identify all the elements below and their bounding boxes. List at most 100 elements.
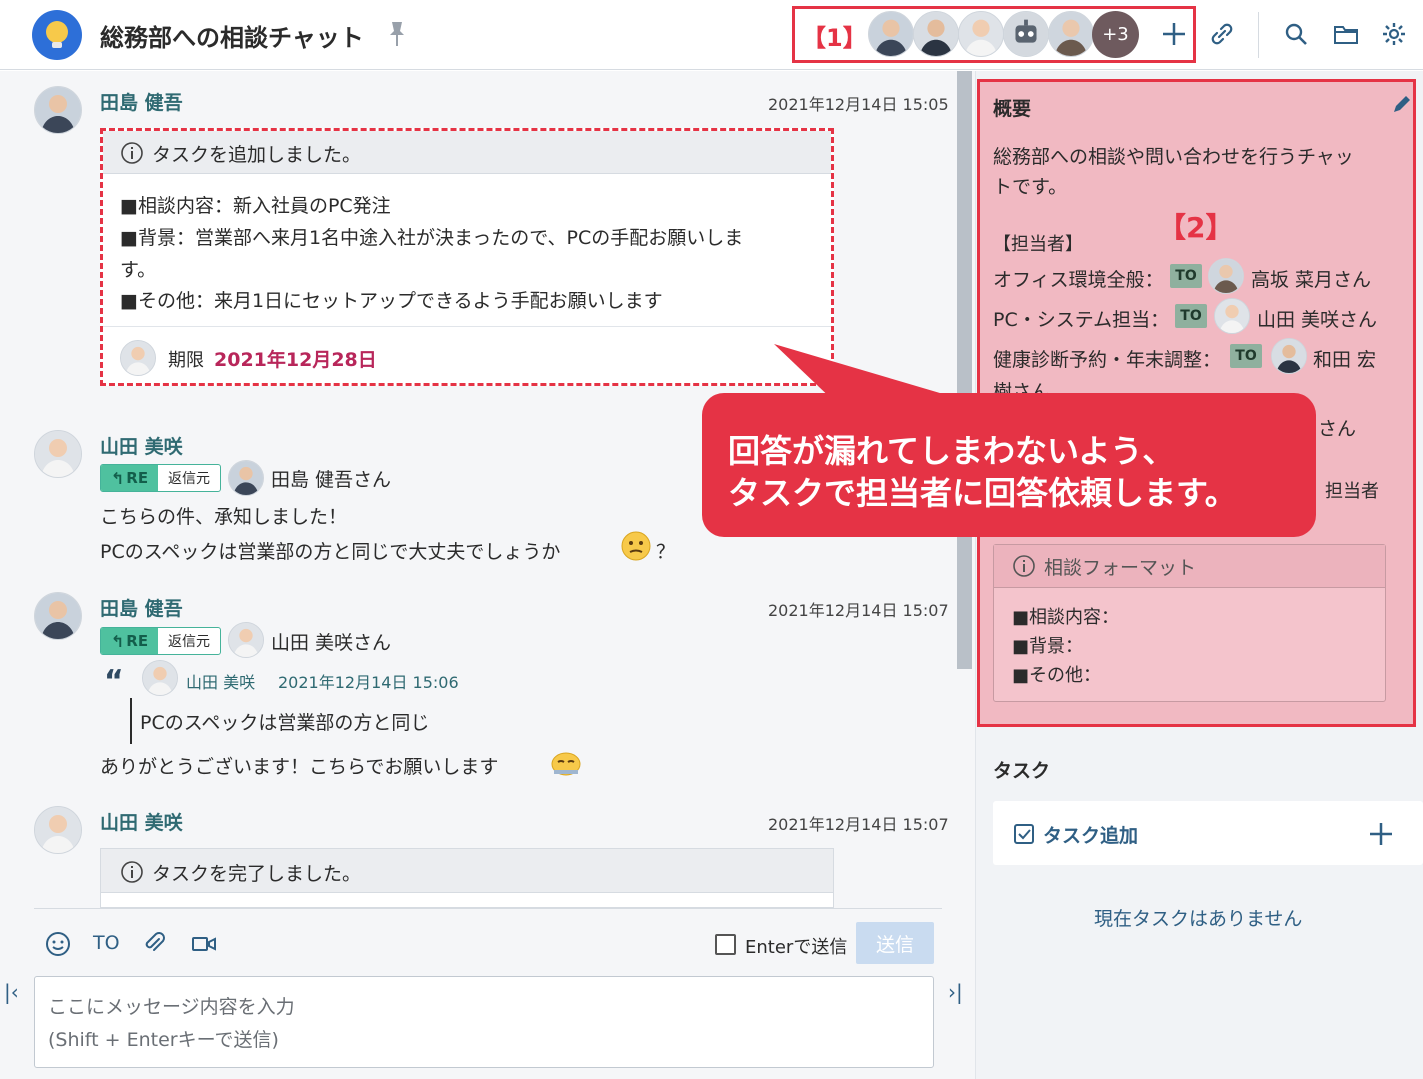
member-avatar[interactable] <box>868 11 914 57</box>
video-call-icon[interactable] <box>190 931 218 957</box>
task-card-title: タスクを追加しました。 <box>152 144 362 166</box>
task-divider <box>103 326 831 327</box>
gear-icon[interactable] <box>1380 20 1408 48</box>
staff-role: 健康診断予約・年末調整： <box>993 349 1222 371</box>
message-sender[interactable]: 山田 美咲 <box>100 432 183 459</box>
reply-re: ↰ RE <box>101 465 158 491</box>
staff-avatar[interactable] <box>1271 338 1307 374</box>
message-timestamp: 2021年12月14日 15:07 <box>768 601 949 620</box>
reply-re: ↰ RE <box>101 628 158 654</box>
more-members-badge[interactable]: +3 <box>1092 11 1139 58</box>
staff-name: 山田 美咲さん <box>1257 309 1378 331</box>
annotation-label-2: 【2】 <box>1158 211 1234 244</box>
message-sender[interactable]: 田島 健吾 <box>100 594 183 621</box>
add-task-label[interactable]: タスク追加 <box>1043 821 1138 848</box>
overview-title: 概要 <box>993 98 1032 120</box>
reply-badge[interactable]: ↰ RE 返信元 <box>100 464 221 492</box>
member-avatar[interactable] <box>913 11 959 57</box>
collapse-right-icon[interactable]: ›| <box>948 980 963 1004</box>
chat-app: 総務部への相談チャット 【1】 +3 田島 健吾 2021年12月14日 15:… <box>0 0 1423 1079</box>
reply-source: 返信元 <box>168 471 210 487</box>
info-icon <box>120 860 144 884</box>
room-icon[interactable] <box>32 10 82 60</box>
reply-to-name: 田島 健吾さん <box>271 469 392 491</box>
reply-avatar <box>228 460 264 496</box>
add-member-icon[interactable] <box>1160 20 1188 48</box>
to-badge: TO <box>1170 264 1202 288</box>
staff-avatar[interactable] <box>1208 258 1244 294</box>
to-badge: TO <box>1230 344 1262 368</box>
reply-source: 返信元 <box>168 634 210 650</box>
edit-pencil-icon[interactable] <box>1390 94 1412 116</box>
format-line: ■その他： <box>1012 665 1102 686</box>
avatar[interactable] <box>34 430 82 478</box>
header-divider <box>1258 12 1259 58</box>
quote-text: PCのスペックは営業部の方と同じ <box>140 712 430 734</box>
task-card-title: タスクを完了しました。 <box>152 863 362 885</box>
pin-icon[interactable] <box>386 20 408 48</box>
link-icon[interactable] <box>1208 20 1236 48</box>
quote-timestamp: 2021年12月14日 15:06 <box>278 673 459 692</box>
message-input[interactable] <box>34 976 934 1068</box>
tasks-title: タスク <box>993 760 1051 782</box>
enter-to-send-label[interactable]: Enterで送信 <box>745 933 847 959</box>
staff-avatar[interactable] <box>1214 298 1250 334</box>
enter-to-send-checkbox[interactable] <box>715 934 736 955</box>
overview-description: 総務部への相談や問い合わせを行うチャッ <box>993 146 1354 168</box>
tasks-empty-message: 現在タスクはありません <box>1094 908 1303 930</box>
task-line: ■その他：来月1日にセットアップできるよう手配お願いします <box>120 290 663 312</box>
quote-bar <box>130 698 132 744</box>
format-line: ■背景： <box>1012 636 1084 657</box>
message-sender[interactable]: 田島 健吾 <box>100 88 183 115</box>
staff-heading: 【担当者】 <box>993 234 1083 255</box>
message-timestamp: 2021年12月14日 15:05 <box>768 95 949 114</box>
input-placeholder: ここにメッセージ内容を入力 <box>48 996 295 1018</box>
info-icon <box>120 141 144 165</box>
task-line: す。 <box>120 259 157 281</box>
to-button[interactable]: TO <box>93 932 120 954</box>
message-text-end: ？ <box>656 541 676 563</box>
quote-avatar <box>142 660 178 696</box>
due-label: 期限 <box>168 350 204 371</box>
due-date: 2021年12月28日 <box>214 349 377 371</box>
attachment-icon[interactable] <box>141 930 167 956</box>
to-badge: TO <box>1175 304 1207 328</box>
message-text: PCのスペックは営業部の方と同じで大丈夫でしょうか <box>100 541 561 563</box>
staff-name-partial: さん <box>1318 418 1357 440</box>
collapse-left-icon[interactable]: |‹ <box>4 980 19 1004</box>
reply-to-name: 山田 美咲さん <box>271 632 392 654</box>
message-text: ありがとうございます！こちらでお願いします <box>100 756 499 778</box>
format-line: ■相談内容： <box>1012 607 1120 628</box>
emoji-icon[interactable] <box>45 931 71 957</box>
reply-badge[interactable]: ↰ RE 返信元 <box>100 627 221 655</box>
task-line: ■相談内容：新入社員のPC発注 <box>120 195 391 217</box>
folder-icon[interactable] <box>1332 20 1360 48</box>
format-title: 相談フォーマット <box>1044 557 1197 579</box>
input-placeholder: (Shift + Enterキーで送信) <box>48 1029 279 1051</box>
send-button[interactable]: 送信 <box>856 922 934 964</box>
chat-header: 総務部への相談チャット 【1】 +3 <box>0 0 1423 70</box>
member-avatar[interactable] <box>958 11 1004 57</box>
avatar[interactable] <box>34 806 82 854</box>
staff-name: 和田 宏 <box>1313 349 1377 371</box>
avatar[interactable] <box>34 592 82 640</box>
callout-text: タスクで担当者に回答依頼します。 <box>728 474 1237 512</box>
thinking-emoji-icon <box>620 530 652 562</box>
staff-role-partial: 担当者 <box>1325 481 1379 502</box>
checkbox-icon <box>1012 822 1036 846</box>
staff-name: 高坂 菜月さん <box>1251 269 1372 291</box>
reply-avatar <box>228 622 264 658</box>
search-icon[interactable] <box>1282 20 1310 48</box>
staff-role: オフィス環境全般： <box>993 269 1164 291</box>
assignee-avatar[interactable] <box>120 340 156 376</box>
bot-avatar[interactable] <box>1003 11 1049 57</box>
message-text: こちらの件、承知しました！ <box>100 506 348 528</box>
message-sender[interactable]: 山田 美咲 <box>100 808 183 835</box>
avatar[interactable] <box>34 86 82 134</box>
message-timestamp: 2021年12月14日 15:07 <box>768 815 949 834</box>
task-line: ■背景：営業部へ来月1名中途入社が決まったので、PCの手配お願いしま <box>120 227 744 249</box>
add-task-plus-icon[interactable] <box>1368 821 1394 847</box>
quote-mark-icon: “ <box>104 664 124 699</box>
member-avatar[interactable] <box>1048 11 1094 57</box>
staff-role: PC・システム担当： <box>993 309 1170 331</box>
